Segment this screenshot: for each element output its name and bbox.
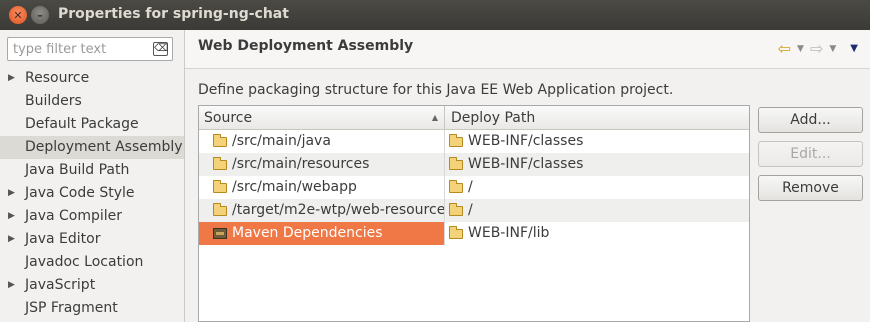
sidebar-item-label: Javadoc Location <box>25 254 144 270</box>
sidebar: ⌫ ▶ Resource Builders Default Package De… <box>0 30 184 322</box>
source-cell[interactable]: /src/main/webapp <box>199 176 445 199</box>
library-icon <box>213 228 227 239</box>
sidebar-item-label: Java Build Path <box>25 162 130 178</box>
expand-arrow-icon[interactable]: ▶ <box>8 228 15 251</box>
folder-icon <box>449 225 463 239</box>
deploy-path-cell[interactable]: WEB-INF/lib <box>446 222 749 245</box>
sidebar-item-java-compiler[interactable]: ▶ Java Compiler <box>0 205 184 228</box>
remove-button[interactable]: Remove <box>758 175 863 201</box>
edit-button[interactable]: Edit... <box>758 141 863 167</box>
add-button[interactable]: Add... <box>758 107 863 133</box>
filter-input[interactable] <box>13 41 148 58</box>
folder-icon <box>213 133 227 147</box>
forward-arrow-icon[interactable]: ⇨ <box>810 41 823 57</box>
sidebar-item-java-editor[interactable]: ▶ Java Editor <box>0 228 184 251</box>
expand-arrow-icon[interactable]: ▶ <box>8 67 15 90</box>
column-header-source[interactable]: Source ▲ <box>199 106 445 130</box>
source-cell[interactable]: Maven Dependencies <box>199 222 445 245</box>
sidebar-item-label: JSP Fragment <box>25 300 118 316</box>
clear-filter-icon[interactable]: ⌫ <box>153 42 168 56</box>
deploy-path-cell[interactable]: WEB-INF/classes <box>446 153 749 176</box>
sidebar-item-jsp-fragment[interactable]: JSP Fragment <box>0 297 184 320</box>
deploy-path-cell[interactable]: / <box>446 176 749 199</box>
table-row[interactable]: /src/main/webapp / <box>199 176 749 199</box>
close-icon: ✕ <box>13 8 23 22</box>
source-cell[interactable]: /src/main/resources <box>199 153 445 176</box>
table-row[interactable]: /src/main/java WEB-INF/classes <box>199 130 749 153</box>
folder-icon <box>449 133 463 147</box>
source-cell[interactable]: /target/m2e-wtp/web-resources <box>199 199 445 222</box>
folder-icon <box>449 179 463 193</box>
page-header: Web Deployment Assembly ⇦ ▼ ⇨ ▼ ▼ <box>185 30 870 69</box>
sidebar-item-resource[interactable]: ▶ Resource <box>0 67 184 90</box>
minimize-window-button[interactable]: – <box>31 6 49 24</box>
sidebar-item-label: Java Code Style <box>25 185 135 201</box>
filter-box: ⌫ <box>7 37 173 61</box>
window-titlebar: ✕ – Properties for spring-ng-chat <box>0 0 870 30</box>
sidebar-item-deployment-assembly[interactable]: Deployment Assembly <box>0 136 184 159</box>
expand-arrow-icon[interactable]: ▶ <box>8 182 15 205</box>
table-body: /src/main/java WEB-INF/classes /src/main… <box>199 130 749 245</box>
assembly-table: Source ▲ Deploy Path /src/main/java WEB-… <box>198 105 750 322</box>
sidebar-item-javascript[interactable]: ▶ JavaScript <box>0 274 184 297</box>
expand-arrow-icon[interactable]: ▶ <box>8 205 15 228</box>
view-menu-icon[interactable]: ▼ <box>850 41 858 57</box>
property-page: Web Deployment Assembly ⇦ ▼ ⇨ ▼ ▼ Define… <box>185 30 870 322</box>
sidebar-item-java-build-path[interactable]: Java Build Path <box>0 159 184 182</box>
sidebar-item-default-package[interactable]: Default Package <box>0 113 184 136</box>
sidebar-item-label: Default Package <box>25 116 139 132</box>
sidebar-item-javadoc-location[interactable]: Javadoc Location <box>0 251 184 274</box>
deploy-path-cell[interactable]: / <box>446 199 749 222</box>
sidebar-item-label: Resource <box>25 70 90 86</box>
folder-icon <box>449 156 463 170</box>
history-nav: ⇦ ▼ ⇨ ▼ ▼ <box>778 41 858 57</box>
folder-icon <box>213 179 227 193</box>
sidebar-item-label: Java Editor <box>25 231 101 247</box>
sidebar-item-label: Deployment Assembly <box>25 139 183 155</box>
table-header: Source ▲ Deploy Path <box>199 106 749 130</box>
expand-arrow-icon[interactable]: ▶ <box>8 274 15 297</box>
back-dropdown-icon[interactable]: ▼ <box>797 41 804 57</box>
page-description: Define packaging structure for this Java… <box>198 82 674 98</box>
minimize-icon: – <box>37 8 43 22</box>
column-header-deploy-path[interactable]: Deploy Path <box>446 106 749 130</box>
folder-icon <box>213 202 227 216</box>
sidebar-item-label: JavaScript <box>25 277 96 293</box>
sidebar-item-label: Builders <box>25 93 82 109</box>
table-row[interactable]: /target/m2e-wtp/web-resources / <box>199 199 749 222</box>
sidebar-item-builders[interactable]: Builders <box>0 90 184 113</box>
table-row[interactable]: Maven Dependencies WEB-INF/lib <box>199 222 749 245</box>
forward-dropdown-icon[interactable]: ▼ <box>829 41 836 57</box>
folder-icon <box>449 202 463 216</box>
window-title: Properties for spring-ng-chat <box>58 6 289 22</box>
deploy-path-cell[interactable]: WEB-INF/classes <box>446 130 749 153</box>
back-arrow-icon[interactable]: ⇦ <box>778 41 791 57</box>
folder-icon <box>213 156 227 170</box>
property-tree: ▶ Resource Builders Default Package Depl… <box>0 67 184 320</box>
sidebar-item-java-code-style[interactable]: ▶ Java Code Style <box>0 182 184 205</box>
sidebar-item-label: Java Compiler <box>25 208 123 224</box>
page-title: Web Deployment Assembly <box>198 38 414 54</box>
sort-ascending-icon: ▲ <box>431 113 438 122</box>
table-row[interactable]: /src/main/resources WEB-INF/classes <box>199 153 749 176</box>
source-cell[interactable]: /src/main/java <box>199 130 445 153</box>
close-window-button[interactable]: ✕ <box>9 6 27 24</box>
